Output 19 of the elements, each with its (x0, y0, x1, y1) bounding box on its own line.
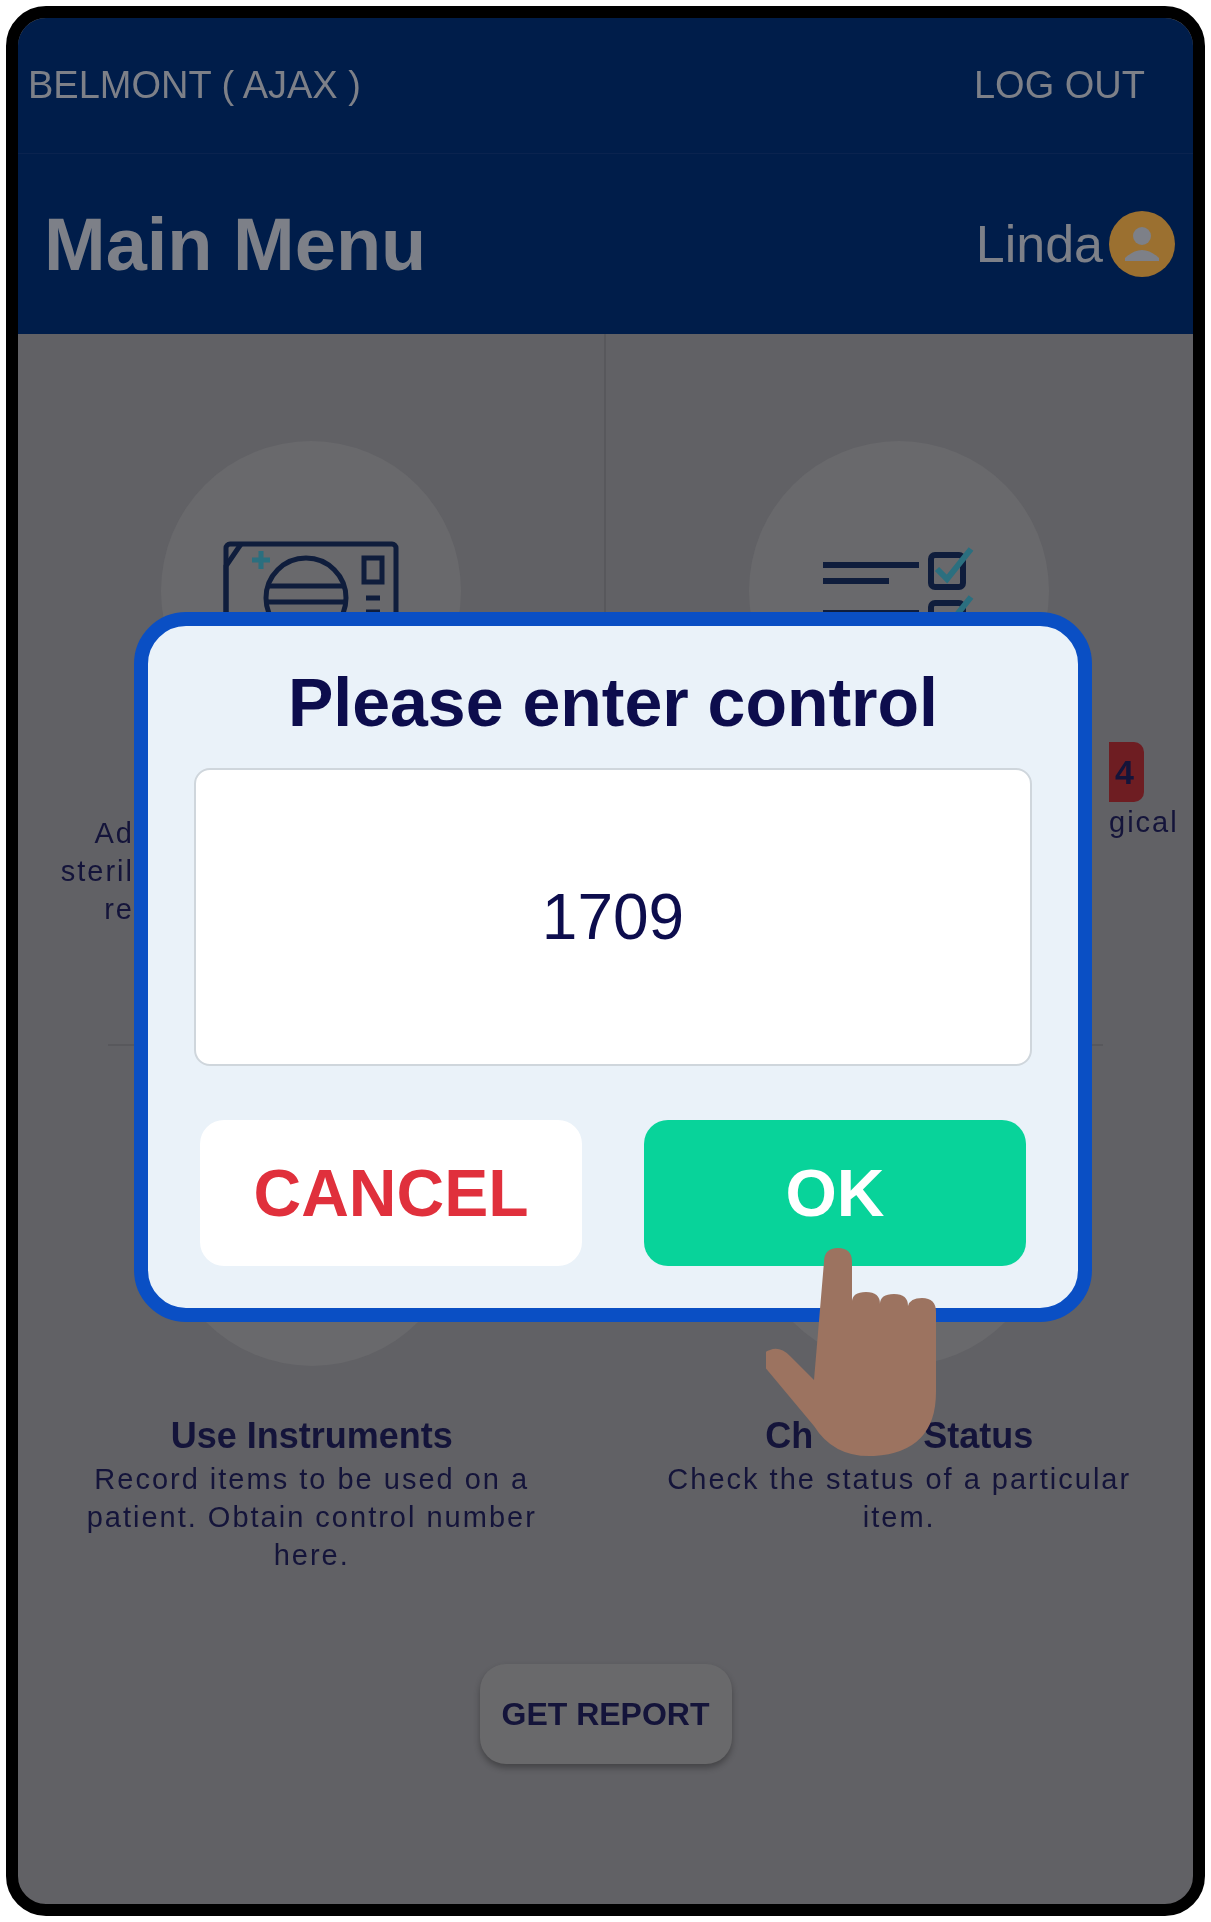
page-title: Main Menu (44, 201, 427, 288)
card-description: Record items to be used on a patient. Obtain control number here. (85, 1462, 538, 1573)
cancel-button[interactable]: CANCEL (200, 1120, 582, 1266)
card-title: Status (923, 1414, 1034, 1458)
control-number-field[interactable]: 1709 (194, 768, 1032, 1066)
user-avatar-icon[interactable] (1109, 211, 1175, 277)
card-title: Ch (765, 1414, 814, 1458)
user-name: Linda (975, 214, 1103, 275)
logout-link[interactable]: LOG OUT (973, 57, 1145, 114)
card-description: re (104, 892, 134, 927)
card-title: Use Instruments (170, 1414, 453, 1458)
card-description: Check the status of a particular item. (666, 1462, 1133, 1535)
card-description: steril (60, 854, 134, 889)
get-report-button[interactable]: GET REPORT (479, 1664, 732, 1764)
card-description: gical (1109, 805, 1179, 840)
count-badge: 4 (1109, 742, 1144, 802)
card-description: Ad (94, 816, 134, 851)
location-label: BELMONT ( AJAX ) (28, 63, 361, 108)
dialog-title: Please enter control (288, 663, 938, 742)
